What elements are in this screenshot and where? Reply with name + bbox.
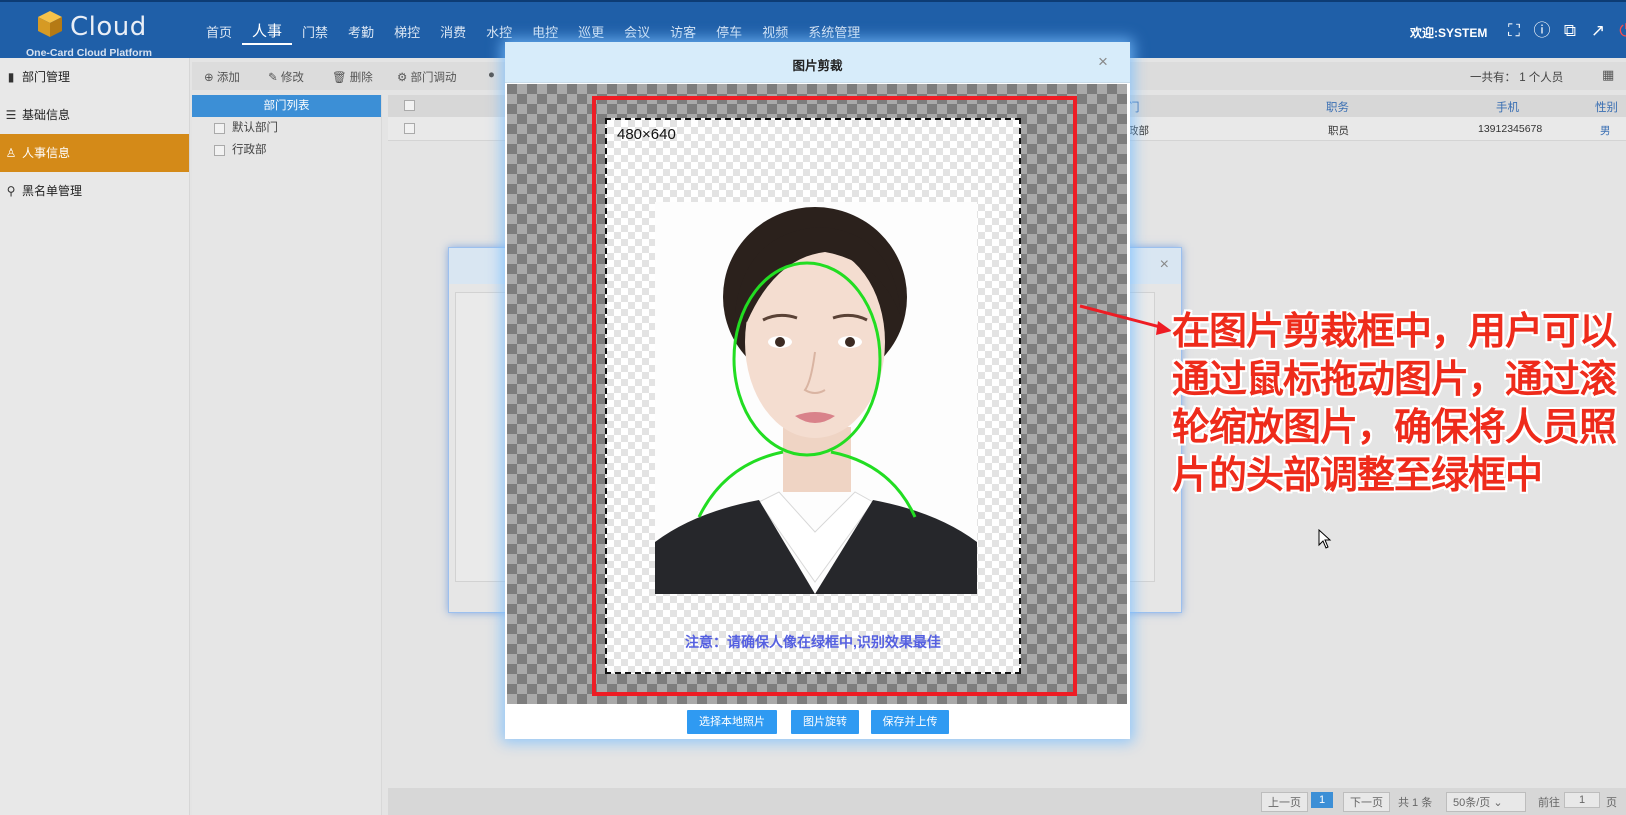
col-gender: 性别 (1595, 102, 1618, 114)
sidebar-item-personnel[interactable]: ♙ 人事信息 (0, 134, 189, 172)
sidebar-item-dept[interactable]: ▮ 部门管理 (0, 58, 189, 96)
prev-page-button[interactable]: 上一页 (1261, 792, 1308, 812)
portrait-photo[interactable] (655, 202, 977, 594)
logo[interactable]: Cloud One-Card Cloud Platform (26, 6, 156, 59)
select-all-checkbox[interactable] (404, 100, 415, 111)
close-icon[interactable]: × (1160, 256, 1169, 274)
nav-elevator[interactable]: 梯控 (384, 22, 430, 45)
transfer-button[interactable]: ⚙ 部门调动 (397, 69, 457, 85)
grid-view-icon[interactable]: ▦ (1602, 67, 1614, 83)
cell-phone: 13912345678 (1478, 123, 1543, 135)
page-size-select[interactable]: 50条/页 ⌄ (1446, 792, 1526, 812)
nav-home[interactable]: 首页 (196, 22, 242, 45)
crop-selection-box[interactable]: 480×640 注意：请确保人像在绿框中,识别效果最佳 (605, 118, 1021, 674)
save-upload-button[interactable]: 保存并上传 (871, 710, 949, 734)
crop-modal: 图片剪裁 × 480×640 注意：请确保人像在绿框中,识别效果最佳 选择本地照… (505, 42, 1130, 739)
blacklist-icon: ⚲ (6, 184, 16, 198)
row-checkbox[interactable] (404, 123, 415, 134)
delete-button[interactable]: 🗑 删除 (332, 69, 373, 85)
mouse-cursor-icon (1318, 529, 1332, 549)
annotation-arrow-icon (1079, 304, 1172, 335)
sidebar-item-label: 部门管理 (22, 70, 71, 84)
page-1-button[interactable]: 1 (1311, 792, 1334, 808)
modal-header: 图片剪裁 × (505, 42, 1130, 83)
dept-list-header: 部门列表 (192, 95, 381, 117)
sidebar-item-label: 黑名单管理 (22, 184, 83, 198)
col-phone: 手机 (1496, 102, 1519, 114)
logo-word: Cloud (70, 12, 147, 42)
goto-label: 前往 (1538, 797, 1560, 809)
goto-page-input[interactable]: 1 (1564, 792, 1600, 808)
sidebar: ▮ 部门管理 ☰ 基础信息 ♙ 人事信息 ⚲ 黑名单管理 (0, 58, 190, 815)
more-icon[interactable]: ● (488, 69, 495, 81)
top-icons: ⛶ ⓘ ⧉ ↗ ⏻ (1503, 20, 1626, 42)
nav-personnel[interactable]: 人事 (242, 20, 293, 45)
page-suffix: 页 (1606, 797, 1617, 809)
crop-notice: 注意：请确保人像在绿框中,识别效果最佳 (685, 634, 941, 650)
sidebar-item-label: 基础信息 (22, 108, 71, 122)
modal-title: 图片剪裁 (792, 59, 843, 73)
crop-canvas[interactable]: 480×640 注意：请确保人像在绿框中,识别效果最佳 (507, 84, 1127, 704)
nav-consume[interactable]: 消费 (430, 22, 476, 45)
external-link-icon[interactable]: ↗ (1587, 20, 1609, 42)
next-page-button[interactable]: 下一页 (1343, 792, 1390, 812)
person-icon: ♙ (5, 146, 17, 160)
rotate-image-button[interactable]: 图片旋转 (791, 710, 859, 734)
pagination: 上一页 1 下一页 共 1 条 50条/页 ⌄ 前往 1 页 (388, 788, 1626, 815)
portrait-illustration (655, 207, 977, 594)
modal-footer: 选择本地照片 图片旋转 保存并上传 (505, 704, 1130, 739)
list-icon: ☰ (5, 108, 17, 122)
dept-item[interactable]: 行政部 (192, 139, 381, 161)
close-icon[interactable]: × (1098, 52, 1108, 72)
cube-logo-icon (38, 11, 62, 37)
sidebar-item-blacklist[interactable]: ⚲ 黑名单管理 (0, 172, 189, 210)
annotation-text: 在图片剪裁框中，用户可以 通过鼠标拖动图片，通过滚 轮缩放图片，确保将人员照 片… (1172, 311, 1617, 497)
choose-photo-button[interactable]: 选择本地照片 (687, 710, 777, 734)
nav-attendance[interactable]: 考勤 (338, 22, 384, 45)
dept-item[interactable]: 默认部门 (192, 117, 381, 139)
cell-gender: 男 (1600, 125, 1611, 137)
dept-checkbox[interactable] (214, 145, 225, 156)
welcome-text: 欢迎:SYSTEM (1410, 26, 1488, 40)
col-position: 职务 (1326, 102, 1349, 114)
cell-dept: 政部 (1128, 125, 1149, 137)
sidebar-item-label: 人事信息 (22, 146, 71, 160)
fullscreen-icon[interactable]: ⛶ (1503, 20, 1525, 42)
crop-size-label: 480×640 (617, 126, 676, 143)
sidebar-item-basic[interactable]: ☰ 基础信息 (0, 96, 189, 134)
power-icon[interactable]: ⏻ (1615, 20, 1626, 42)
edit-button[interactable]: ✎ 修改 (268, 69, 304, 85)
cell-position: 职员 (1328, 125, 1349, 137)
nav-access[interactable]: 门禁 (292, 22, 338, 45)
total-items: 共 1 条 (1398, 797, 1433, 809)
dept-checkbox[interactable] (214, 123, 225, 134)
people-icon: ▮ (7, 70, 15, 84)
dept-list-panel: 部门列表 默认部门 行政部 (192, 95, 382, 815)
add-button[interactable]: ⊕ 添加 (204, 69, 240, 85)
translate-icon[interactable]: ⧉ (1559, 20, 1581, 42)
help-icon[interactable]: ⓘ (1531, 20, 1553, 42)
total-count: 一共有： 1 个人员 (1470, 72, 1564, 84)
